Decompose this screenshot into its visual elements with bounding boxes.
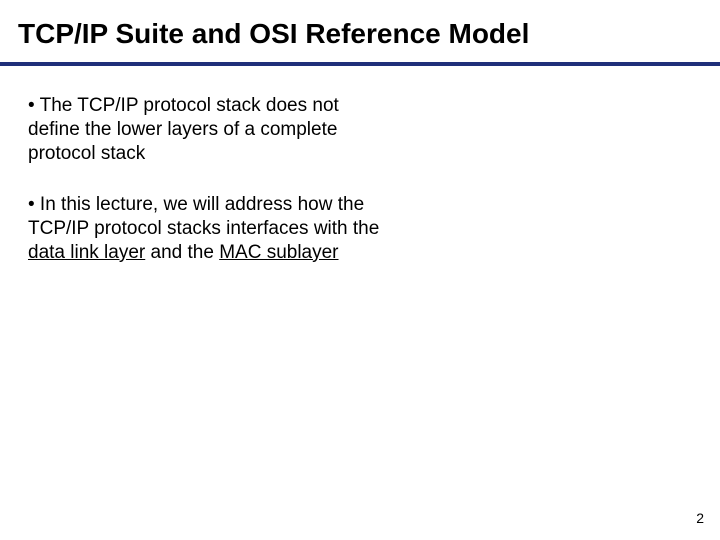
- bullet-2: • In this lecture, we will address how t…: [28, 193, 380, 264]
- bullet-2-mid: and the: [145, 242, 219, 263]
- slide-content: • The TCP/IP protocol stack does not def…: [0, 66, 380, 265]
- bullet-2-underline-1: data link layer: [28, 242, 145, 263]
- page-number: 2: [696, 510, 704, 526]
- bullet-2-underline-2: MAC sublayer: [219, 242, 338, 263]
- slide-title: TCP/IP Suite and OSI Reference Model: [0, 0, 720, 62]
- bullet-1: • The TCP/IP protocol stack does not def…: [28, 94, 380, 165]
- slide: TCP/IP Suite and OSI Reference Model • T…: [0, 0, 720, 540]
- bullet-2-prefix: • In this lecture, we will address how t…: [28, 194, 379, 239]
